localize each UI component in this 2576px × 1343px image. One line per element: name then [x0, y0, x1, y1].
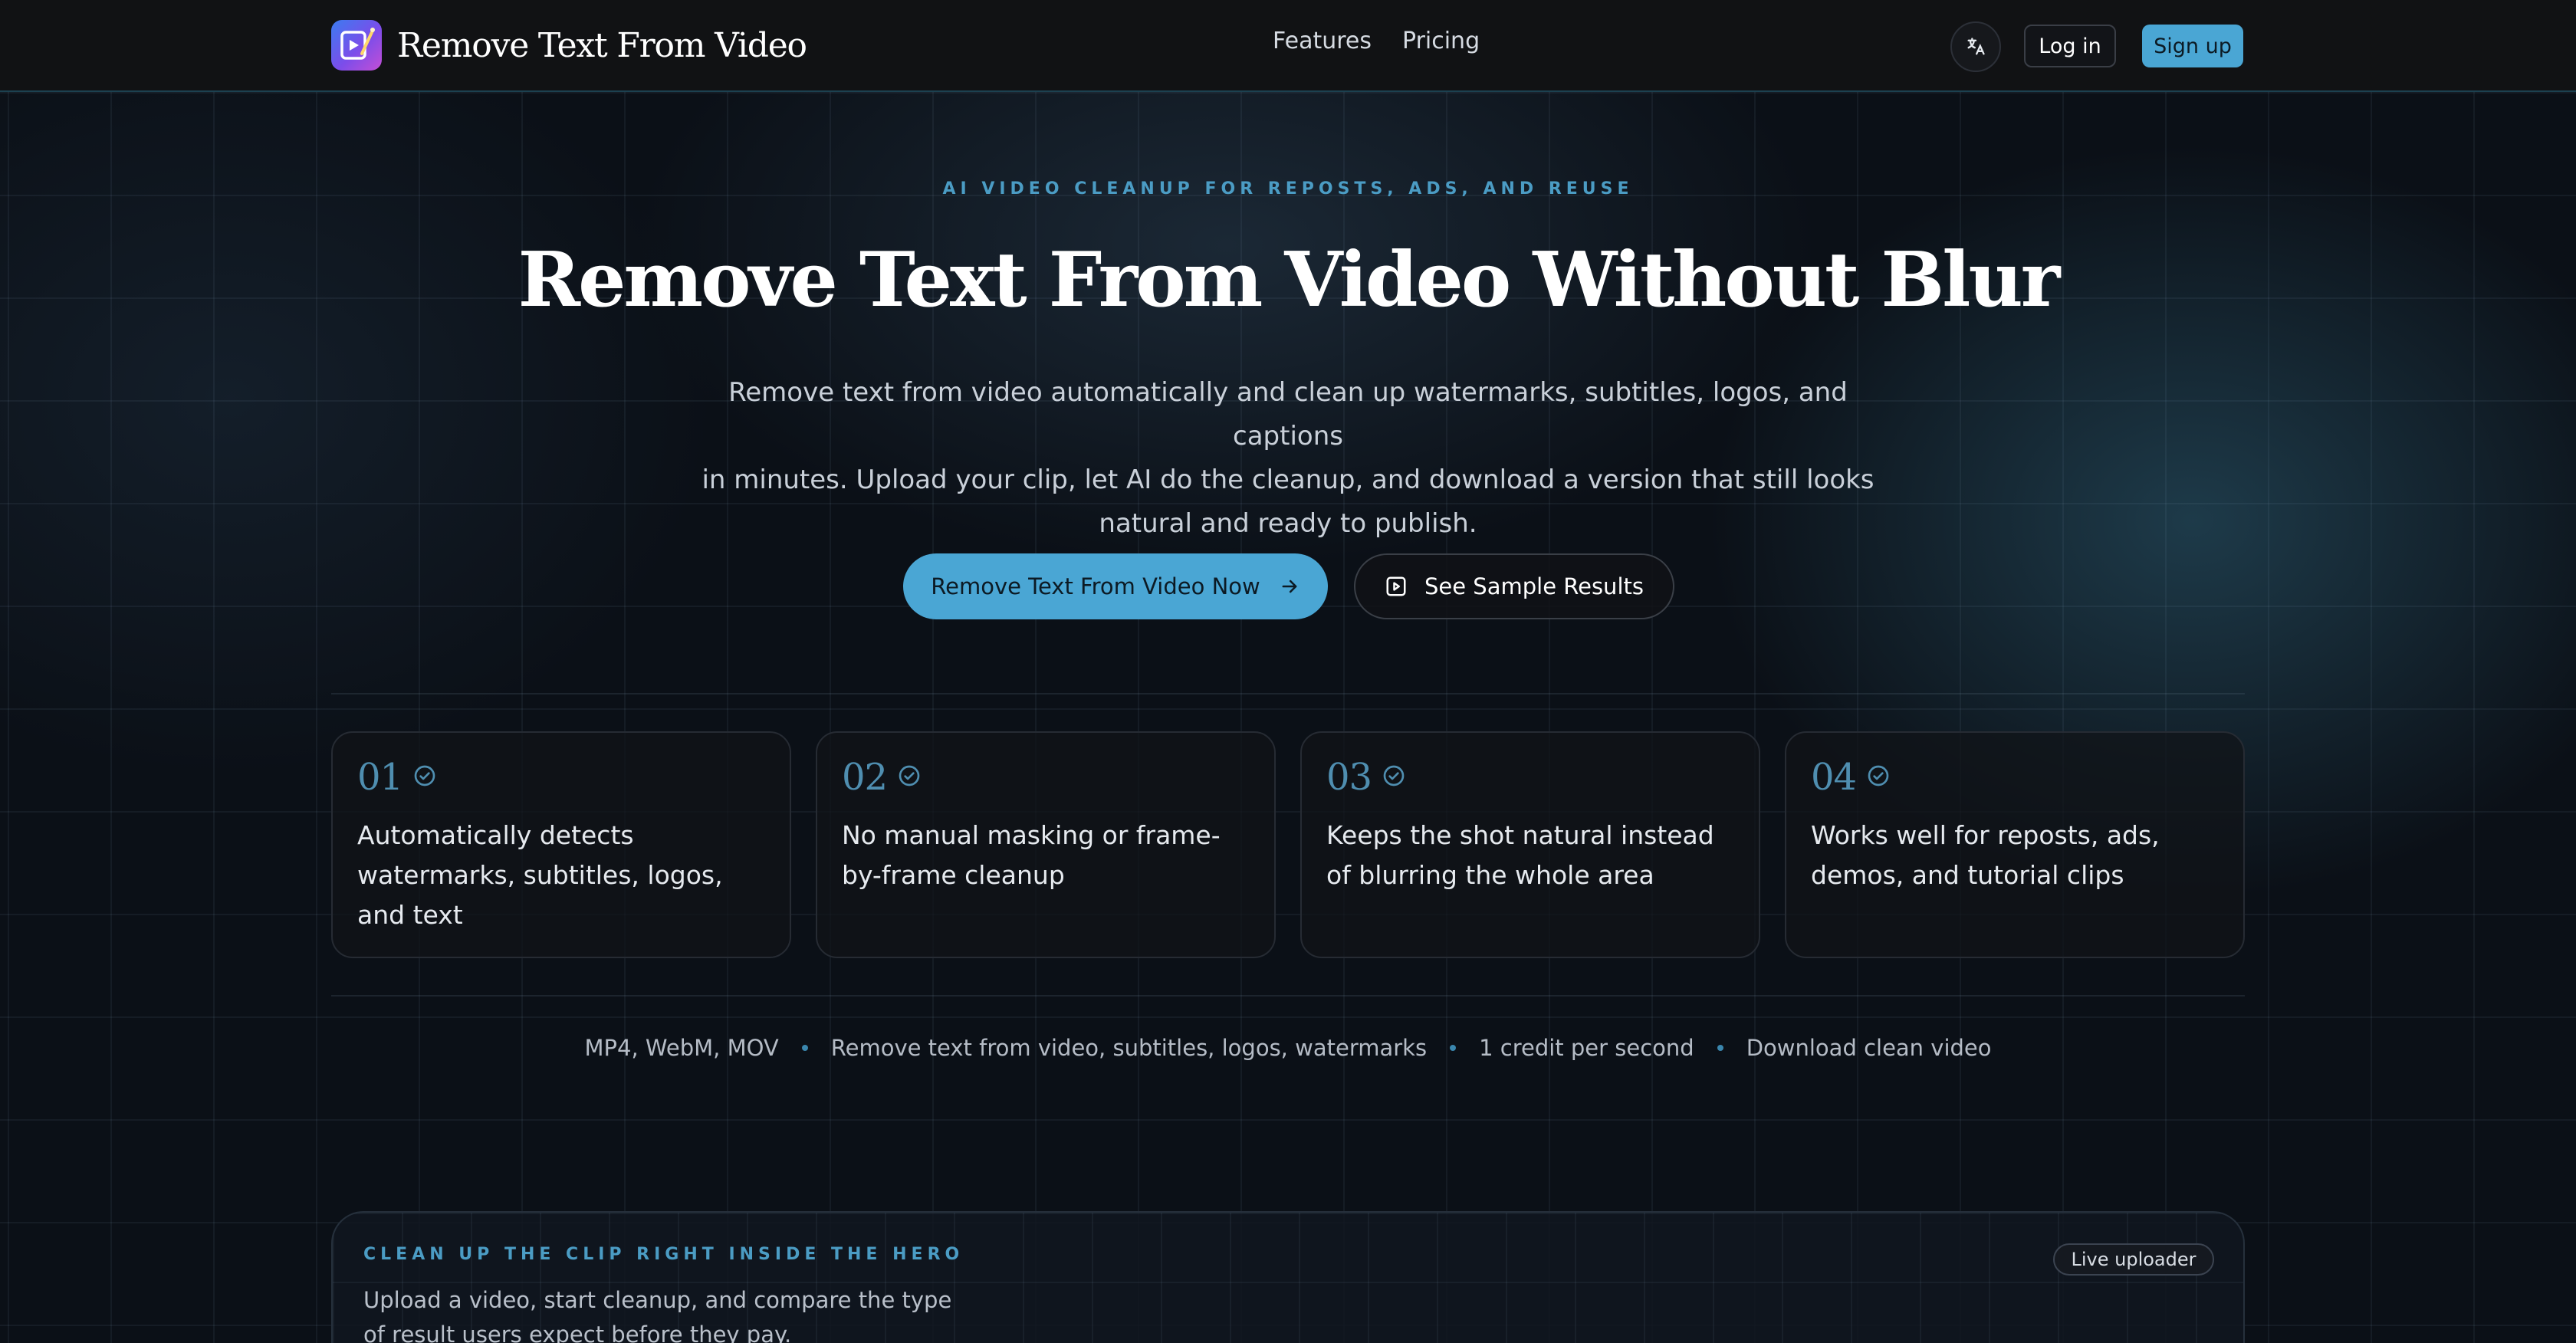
- top-navbar: Remove Text From Video Features Pricing …: [0, 0, 2576, 92]
- check-circle-icon: [899, 765, 920, 786]
- feature-text: Keeps the shot natural instead of blurri…: [1326, 820, 1714, 890]
- play-square-icon: [1386, 576, 1406, 596]
- bullet-dot-icon: [801, 1045, 808, 1051]
- main-nav: Features Pricing: [1273, 28, 1480, 54]
- feature-number: 01: [357, 756, 403, 799]
- check-circle-icon: [1383, 765, 1405, 786]
- remove-text-now-button[interactable]: Remove Text From Video Now: [903, 553, 1328, 619]
- hero-subtitle-line: natural and ready to publish.: [1099, 508, 1477, 539]
- feature-text: No manual masking or frame-by-frame clea…: [842, 820, 1221, 890]
- meta-item: 1 credit per second: [1479, 1035, 1694, 1061]
- hero-subtitle-line: Remove text from video automatically and…: [728, 377, 1848, 451]
- format-info-row: MP4, WebM, MOV Remove text from video, s…: [0, 1035, 2576, 1061]
- signup-button[interactable]: Sign up: [2142, 25, 2243, 67]
- brand-link[interactable]: Remove Text From Video: [331, 20, 807, 71]
- brand-name: Remove Text From Video: [397, 25, 807, 65]
- check-circle-icon: [1868, 765, 1889, 786]
- section-divider: [331, 693, 2245, 694]
- see-sample-results-button[interactable]: See Sample Results: [1354, 553, 1674, 619]
- hero-eyebrow: AI VIDEO CLEANUP FOR REPOSTS, ADS, AND R…: [942, 179, 1634, 199]
- feature-number: 02: [842, 756, 888, 799]
- feature-number: 03: [1326, 756, 1372, 799]
- hero-subtitle-line: in minutes. Upload your clip, let AI do …: [702, 465, 1875, 495]
- feature-text: Automatically detects watermarks, subtit…: [357, 820, 723, 930]
- feature-card: 04 Works well for reposts, ads, demos, a…: [1785, 731, 2245, 958]
- translate-icon: [1967, 38, 1985, 55]
- nav-link-pricing[interactable]: Pricing: [1402, 28, 1480, 54]
- login-button[interactable]: Log in: [2024, 25, 2116, 67]
- feature-card: 03 Keeps the shot natural instead of blu…: [1300, 731, 1760, 958]
- nav-link-features[interactable]: Features: [1273, 28, 1372, 54]
- arrow-right-icon: [1282, 580, 1297, 593]
- see-sample-results-label: See Sample Results: [1424, 573, 1644, 599]
- page: Remove Text From Video Features Pricing …: [0, 0, 2576, 1343]
- feature-number: 04: [1811, 756, 1857, 799]
- uploader-eyebrow: CLEAN UP THE CLIP RIGHT INSIDE THE HERO: [363, 1245, 964, 1264]
- bullet-dot-icon: [1450, 1045, 1457, 1051]
- live-uploader-badge: Live uploader: [2053, 1243, 2214, 1276]
- bullet-dot-icon: [1717, 1045, 1723, 1051]
- check-circle-icon: [414, 765, 435, 786]
- meta-item: MP4, WebM, MOV: [584, 1035, 779, 1061]
- remove-text-now-label: Remove Text From Video Now: [931, 573, 1260, 599]
- brand-logo-icon: [331, 20, 382, 71]
- uploader-description: Upload a video, start cleanup, and compa…: [363, 1287, 952, 1343]
- feature-card: 02 No manual masking or frame-by-frame c…: [816, 731, 1276, 958]
- hero-title: Remove Text From Video Without Blur: [518, 236, 2061, 324]
- feature-card: 01 Automatically detects watermarks, sub…: [331, 731, 791, 958]
- meta-item: Download clean video: [1746, 1035, 1992, 1061]
- hero-subtitle: Remove text from video automatically and…: [690, 371, 1886, 546]
- feature-text: Works well for reposts, ads, demos, and …: [1811, 820, 2160, 890]
- meta-item: Remove text from video, subtitles, logos…: [830, 1035, 1428, 1061]
- uploader-panel: CLEAN UP THE CLIP RIGHT INSIDE THE HERO …: [331, 1211, 2245, 1343]
- language-button[interactable]: [1950, 21, 2001, 72]
- feature-cards: 01 Automatically detects watermarks, sub…: [331, 731, 2245, 958]
- section-divider: [331, 995, 2245, 997]
